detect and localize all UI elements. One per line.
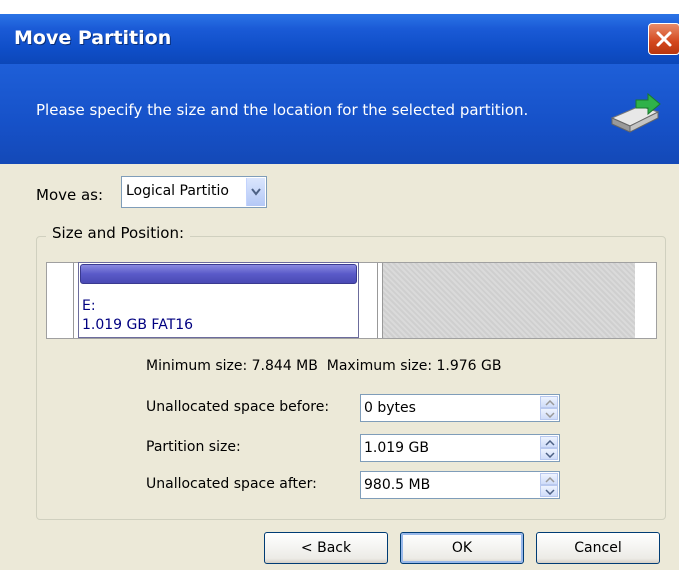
size-limits: Minimum size: 7.844 MB Maximum size: 1.9… — [146, 358, 502, 374]
partition-layout-bar: E: 1.019 GB FAT16 — [46, 262, 657, 339]
arrow-down-icon — [545, 412, 555, 418]
spin-down-button[interactable] — [540, 448, 558, 460]
maximum-size: Maximum size: 1.976 GB — [326, 358, 502, 374]
move-as-dropdown[interactable]: Logical Partitio — [121, 176, 267, 208]
partition-size-fs: 1.019 GB FAT16 — [82, 317, 194, 333]
title-bar[interactable]: Move Partition — [0, 14, 679, 64]
partition-resize-strip[interactable] — [80, 264, 357, 284]
partition-block[interactable]: E: 1.019 GB FAT16 — [78, 262, 359, 338]
arrow-down-icon — [545, 489, 555, 495]
arrow-down-icon — [545, 452, 555, 458]
unallocated-after-spinner[interactable] — [540, 473, 558, 497]
cancel-button[interactable]: Cancel — [536, 532, 660, 564]
header-description: Please specify the size and the location… — [36, 101, 529, 119]
minimum-size: Minimum size: 7.844 MB — [146, 358, 318, 374]
arrow-up-icon — [545, 477, 555, 483]
close-icon — [656, 31, 672, 47]
spin-up-button[interactable] — [540, 473, 558, 485]
move-as-label: Move as: — [36, 186, 104, 204]
window-title: Move Partition — [14, 27, 172, 49]
move-disk-icon — [610, 92, 661, 133]
spin-down-button[interactable] — [540, 408, 558, 420]
partition-size-spinner[interactable] — [540, 436, 558, 460]
unallocated-before-input[interactable] — [364, 398, 534, 418]
partition-size-input[interactable] — [364, 438, 534, 458]
ok-button[interactable]: OK — [400, 532, 524, 564]
spin-up-button[interactable] — [540, 436, 558, 448]
partition-size-label: Partition size: — [146, 439, 241, 455]
unallocated-before-label: Unallocated space before: — [146, 399, 330, 415]
unallocated-after-label: Unallocated space after: — [146, 476, 317, 492]
unallocated-area — [382, 263, 635, 338]
unallocated-after-input[interactable] — [364, 475, 534, 495]
move-partition-dialog: Move Partition Please specify the size a… — [0, 14, 679, 570]
chevron-down-icon — [251, 188, 261, 196]
spin-up-button[interactable] — [540, 396, 558, 408]
unallocated-before-field[interactable] — [360, 394, 560, 422]
dialog-header: Please specify the size and the location… — [0, 64, 679, 164]
arrow-up-icon — [545, 440, 555, 446]
unallocated-before-spinner[interactable] — [540, 396, 558, 420]
unallocated-after-field[interactable] — [360, 471, 560, 499]
back-button[interactable]: < Back — [264, 532, 388, 564]
partition-drive-letter: E: — [82, 298, 96, 314]
group-label: Size and Position: — [46, 224, 191, 242]
move-as-value: Logical Partitio — [126, 183, 229, 199]
right-boundary-handle[interactable] — [377, 263, 383, 338]
partition-size-field[interactable] — [360, 434, 560, 462]
arrow-up-icon — [545, 400, 555, 406]
close-button[interactable] — [648, 23, 679, 55]
spin-down-button[interactable] — [540, 485, 558, 497]
dropdown-arrow[interactable] — [246, 178, 265, 206]
